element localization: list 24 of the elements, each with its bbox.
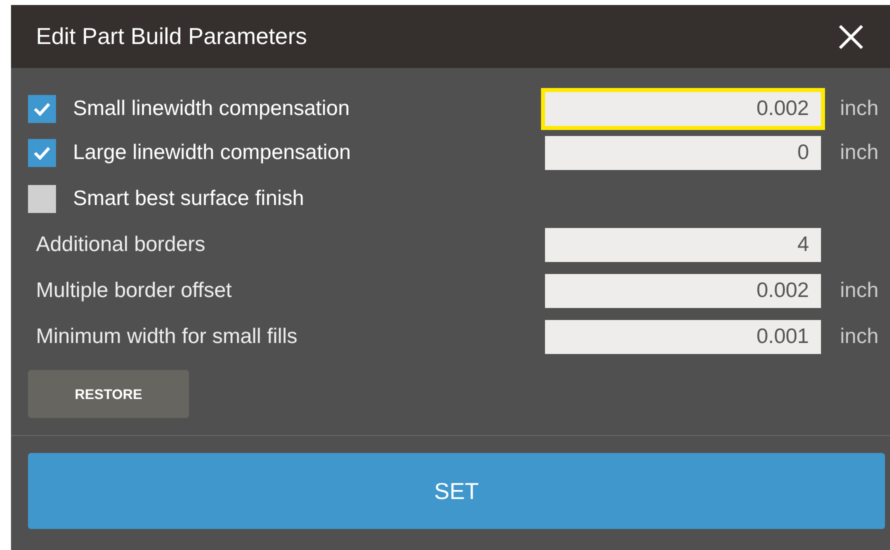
number-field[interactable]: 0 <box>545 136 821 170</box>
unit-label: inch <box>839 279 879 302</box>
field-label: Multiple border offset <box>36 279 232 303</box>
number-field[interactable]: 0.001 <box>545 320 821 354</box>
field-label: Minimum width for small fills <box>36 325 298 349</box>
set-button[interactable]: SET <box>28 453 885 529</box>
option-label: Large linewidth compensation <box>73 141 351 165</box>
option-label: Small linewidth compensation <box>73 97 350 121</box>
unit-label: inch <box>839 141 879 164</box>
field-label: Additional borders <box>36 233 206 257</box>
window-title: Edit Part Build Parameters <box>36 23 308 50</box>
checkbox[interactable] <box>28 139 56 167</box>
checkbox[interactable] <box>28 185 56 213</box>
option-label: Smart best surface finish <box>73 187 304 211</box>
number-field[interactable]: 4 <box>545 228 821 262</box>
unit-label: inch <box>839 325 879 348</box>
checkmark-icon <box>33 102 51 116</box>
checkmark-icon <box>33 146 51 160</box>
checkbox[interactable] <box>28 95 56 123</box>
unit-label: inch <box>839 97 879 120</box>
close-icon[interactable] <box>838 24 864 50</box>
number-field[interactable]: 0.002 <box>541 88 825 130</box>
number-field[interactable]: 0.002 <box>545 274 821 308</box>
restore-button[interactable]: RESTORE <box>28 370 189 418</box>
